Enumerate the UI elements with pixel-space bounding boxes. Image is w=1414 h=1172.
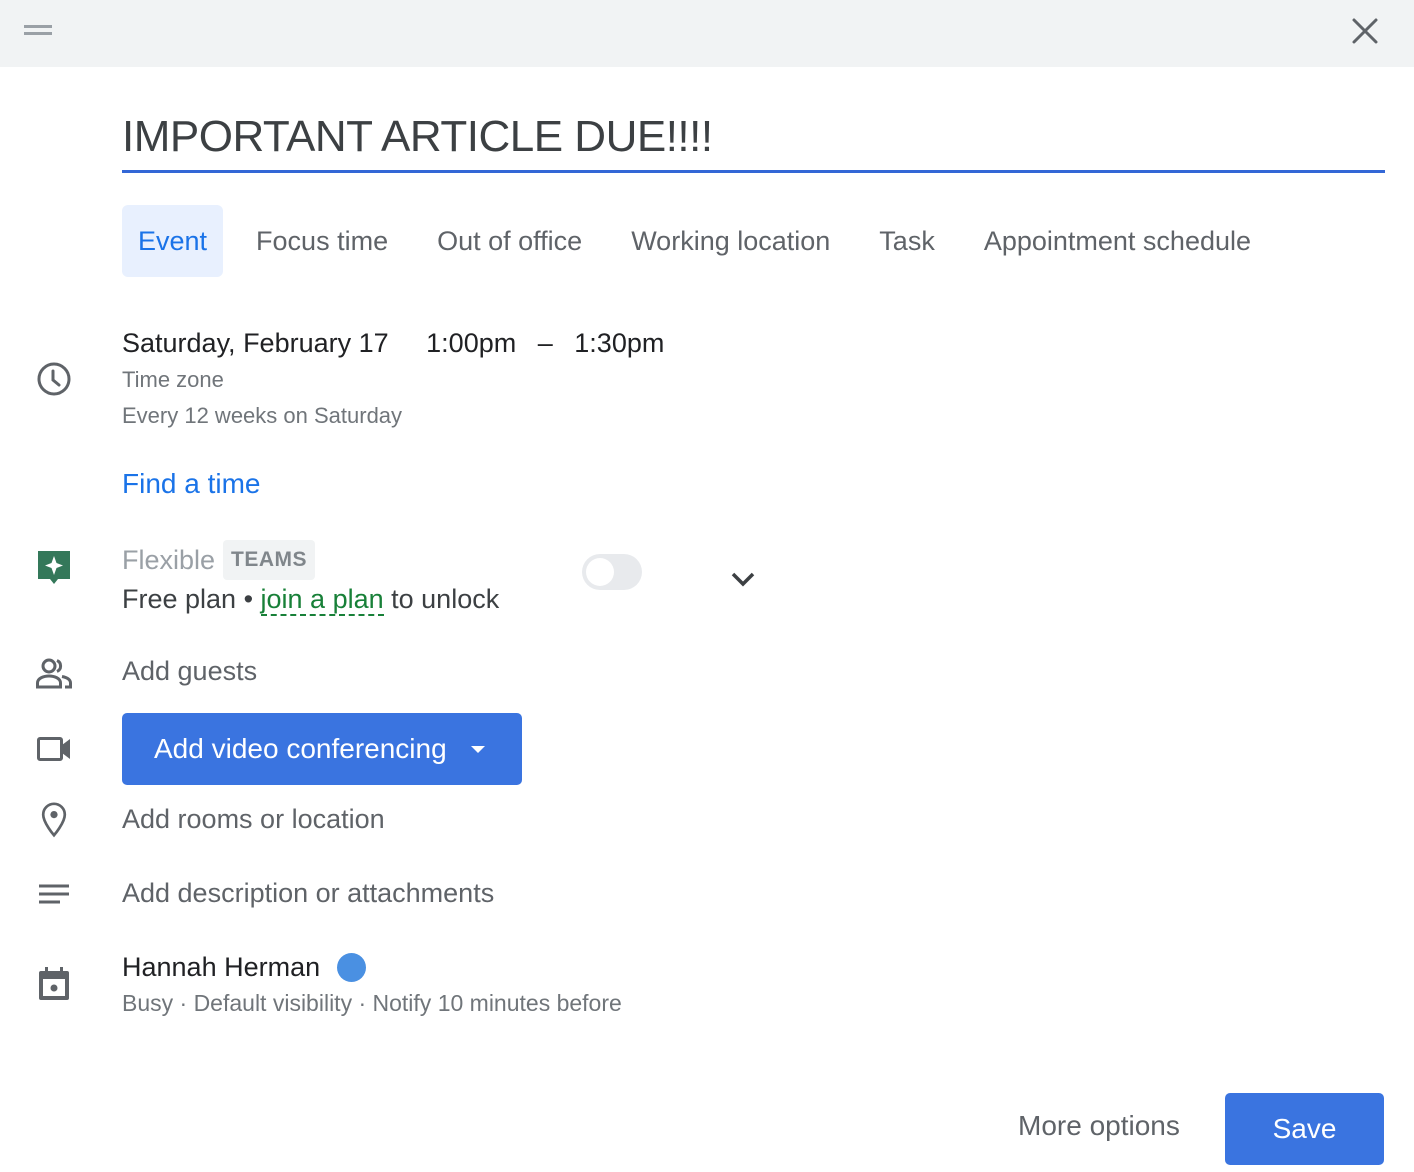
add-location-field[interactable]: Add rooms or location <box>122 804 385 835</box>
recurrence-link[interactable]: Every 12 weeks on Saturday <box>122 403 402 429</box>
start-time-button[interactable]: 1:00pm <box>426 328 516 358</box>
close-button[interactable] <box>1348 14 1382 48</box>
add-guests-field[interactable]: Add guests <box>122 656 257 687</box>
flexible-label: Flexible TEAMS <box>122 540 316 580</box>
date-time-row: Saturday, February 17 1:00pm – 1:30pm <box>122 328 664 359</box>
title-input[interactable] <box>122 112 1385 162</box>
tab-event[interactable]: Event <box>122 205 224 277</box>
location-pin-icon <box>41 802 67 838</box>
chevron-down-icon[interactable] <box>728 564 758 594</box>
plan-info: Free plan • join a plan to unlock <box>122 584 500 616</box>
flexible-text: Flexible <box>122 544 216 575</box>
teams-badge: TEAMS <box>223 540 316 580</box>
calendar-icon <box>39 967 69 1000</box>
event-type-tabs: Event Focus time Out of office Working l… <box>122 205 1284 277</box>
time-zone-link[interactable]: Time zone <box>122 367 224 393</box>
clock-icon <box>37 362 71 396</box>
date-button[interactable]: Saturday, February 17 <box>122 328 389 358</box>
find-a-time-link[interactable]: Find a time <box>122 468 261 500</box>
add-description-field[interactable]: Add description or attachments <box>122 878 494 909</box>
flexible-toggle[interactable] <box>582 554 642 590</box>
calendar-owner[interactable]: Hannah Herman <box>122 952 367 983</box>
calendar-details[interactable]: Busy · Default visibility · Notify 10 mi… <box>122 990 622 1017</box>
plan-prefix: Free plan • <box>122 584 261 614</box>
dropdown-caret-icon[interactable] <box>470 745 485 753</box>
tab-appointment-schedule[interactable]: Appointment schedule <box>968 205 1267 277</box>
sparkle-badge-icon <box>38 551 70 584</box>
toggle-knob <box>586 558 614 586</box>
description-lines-icon <box>39 884 69 904</box>
drag-handle-icon[interactable] <box>24 25 52 37</box>
tab-working-location[interactable]: Working location <box>615 205 846 277</box>
video-conferencing-label: Add video conferencing <box>154 733 447 764</box>
dialog-header[interactable] <box>0 0 1414 67</box>
close-icon <box>1352 18 1378 44</box>
add-video-conferencing-button[interactable]: Add video conferencing <box>122 713 522 785</box>
plan-suffix: to unlock <box>383 584 500 614</box>
time-separator: – <box>537 328 553 358</box>
tab-focus-time[interactable]: Focus time <box>240 205 404 277</box>
end-time-button[interactable]: 1:30pm <box>574 328 664 358</box>
more-options-button[interactable]: More options <box>1018 1110 1180 1142</box>
tab-task[interactable]: Task <box>863 205 951 277</box>
save-button[interactable]: Save <box>1225 1093 1384 1165</box>
video-camera-icon <box>37 737 70 761</box>
people-icon <box>36 658 72 689</box>
title-field[interactable] <box>122 100 1385 173</box>
tab-out-of-office[interactable]: Out of office <box>421 205 598 277</box>
owner-name: Hannah Herman <box>122 952 321 982</box>
join-plan-link[interactable]: join a plan <box>260 584 384 616</box>
calendar-color-dot[interactable] <box>337 953 367 982</box>
